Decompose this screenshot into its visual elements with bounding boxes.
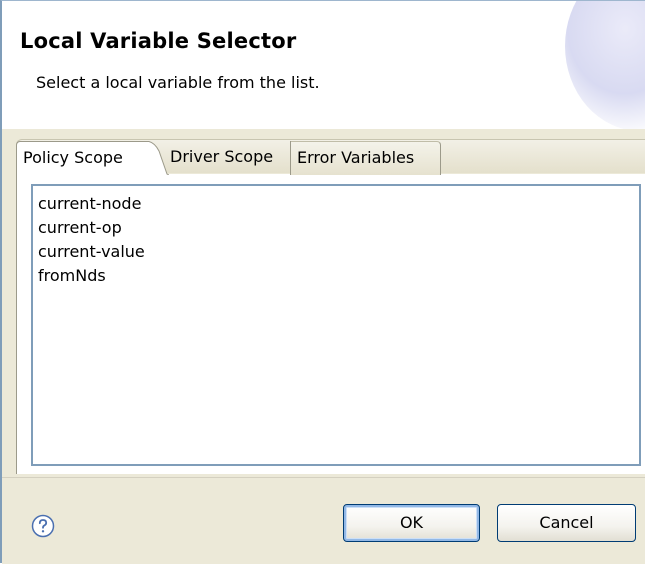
- question-mark-circle-icon: [31, 514, 55, 538]
- tab-policy-scope-edge: [147, 141, 169, 175]
- variable-list[interactable]: current-node current-op current-value fr…: [31, 184, 641, 466]
- list-item[interactable]: fromNds: [38, 264, 639, 288]
- list-item[interactable]: current-value: [38, 240, 639, 264]
- header-decoration: [565, 1, 645, 129]
- list-item[interactable]: current-node: [38, 192, 639, 216]
- ok-button[interactable]: OK: [343, 504, 480, 542]
- tab-policy-scope[interactable]: Policy Scope: [16, 141, 148, 175]
- footer-divider: [2, 477, 645, 478]
- dialog-footer: OK Cancel: [2, 477, 645, 564]
- tab-area: Policy Scope Driver Scope Error Variable…: [2, 129, 645, 477]
- local-variable-selector-dialog: Local Variable Selector Select a local v…: [0, 0, 645, 564]
- tab-driver-scope[interactable]: Driver Scope: [167, 141, 291, 175]
- cancel-button[interactable]: Cancel: [497, 504, 636, 542]
- dialog-header: Local Variable Selector Select a local v…: [2, 1, 645, 129]
- dialog-title: Local Variable Selector: [20, 29, 297, 53]
- list-item[interactable]: current-op: [38, 216, 639, 240]
- tab-error-variables[interactable]: Error Variables: [291, 141, 441, 175]
- tab-panel-policy-scope: current-node current-op current-value fr…: [16, 174, 645, 474]
- help-button[interactable]: [31, 514, 55, 538]
- dialog-subtitle: Select a local variable from the list.: [36, 73, 320, 92]
